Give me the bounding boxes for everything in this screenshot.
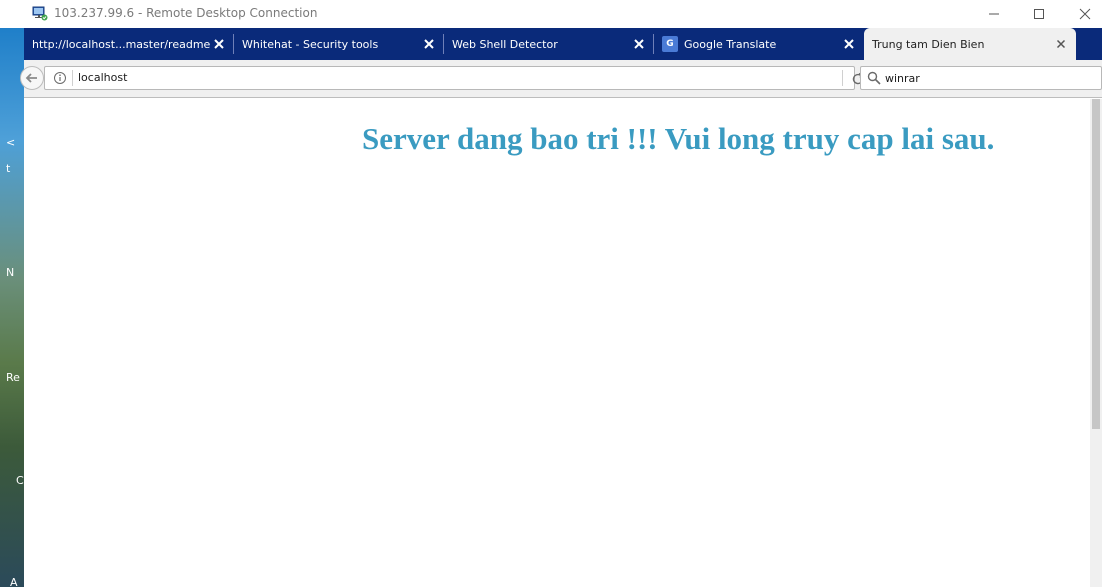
navigation-bar: localhost winrar	[20, 60, 1102, 98]
remote-desktop-icon	[32, 6, 48, 21]
desktop-glyph: <	[6, 136, 16, 149]
close-tab-icon[interactable]	[422, 37, 436, 51]
rdp-window-title: 103.237.99.6 - Remote Desktop Connection	[54, 6, 318, 20]
search-icon	[867, 71, 881, 85]
search-bar[interactable]: winrar	[860, 66, 1102, 90]
tab-label: Web Shell Detector	[452, 37, 558, 51]
tab-label: Trung tam Dien Bien	[872, 37, 985, 51]
arrow-left-icon	[25, 73, 37, 83]
close-icon	[1079, 8, 1091, 20]
close-tab-icon[interactable]	[1054, 37, 1068, 51]
tab-trung-tam-dien-bien[interactable]: Trung tam Dien Bien	[864, 28, 1076, 60]
close-tab-icon[interactable]	[632, 37, 646, 51]
google-translate-icon: G	[662, 36, 678, 52]
close-tab-icon[interactable]	[212, 37, 226, 51]
maximize-button[interactable]	[1016, 0, 1062, 28]
close-tab-icon[interactable]	[842, 37, 856, 51]
tab-readme[interactable]: http://localhost...master/readme.md	[24, 28, 234, 60]
desktop-glyph: A	[10, 576, 18, 587]
tab-whitehat[interactable]: Whitehat - Security tools	[234, 28, 444, 60]
page-content: Server dang bao tri !!! Vui long truy ca…	[24, 99, 1090, 587]
url-text[interactable]: localhost	[78, 71, 127, 84]
close-window-button[interactable]	[1062, 0, 1102, 28]
desktop-glyph: Re	[6, 371, 20, 384]
desktop-glyph: t	[6, 162, 11, 175]
desktop-glyph: C	[16, 474, 24, 487]
scrollbar-thumb[interactable]	[1092, 99, 1100, 429]
desktop-background: < t N Re C A	[0, 28, 24, 587]
tab-label: Whitehat - Security tools	[242, 37, 379, 51]
tab-strip: http://localhost...master/readme.md Whit…	[24, 28, 1102, 60]
url-bar[interactable]: localhost	[44, 66, 864, 90]
search-input[interactable]: winrar	[885, 72, 920, 85]
url-divider	[72, 70, 73, 86]
vertical-scrollbar[interactable]	[1090, 99, 1102, 587]
maximize-icon	[1034, 9, 1044, 19]
back-button[interactable]	[20, 66, 44, 90]
desktop-glyph: N	[6, 266, 15, 279]
info-icon[interactable]	[53, 71, 67, 85]
tab-label: Google Translate	[684, 37, 777, 51]
tab-google-translate[interactable]: G Google Translate	[654, 28, 864, 60]
rdp-titlebar: 103.237.99.6 - Remote Desktop Connection	[0, 0, 1102, 28]
minimize-button[interactable]	[971, 0, 1017, 28]
tab-label: http://localhost...master/readme.md	[32, 37, 210, 51]
maintenance-message: Server dang bao tri !!! Vui long truy ca…	[362, 121, 995, 156]
minimize-icon	[989, 13, 999, 15]
url-divider	[842, 70, 843, 86]
tab-web-shell-detector[interactable]: Web Shell Detector	[444, 28, 654, 60]
